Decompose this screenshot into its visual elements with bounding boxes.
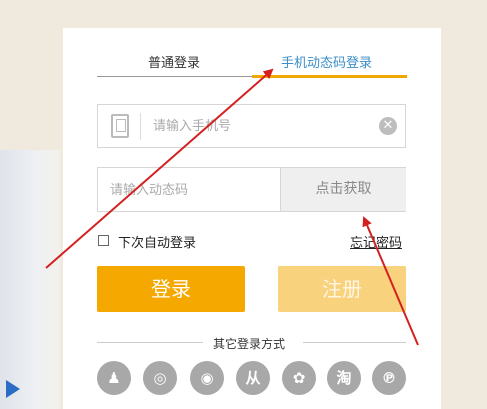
arrow-to-get-code — [362, 216, 419, 346]
annotation-arrows — [45, 68, 419, 346]
arrow-to-phone-tab — [45, 68, 274, 269]
